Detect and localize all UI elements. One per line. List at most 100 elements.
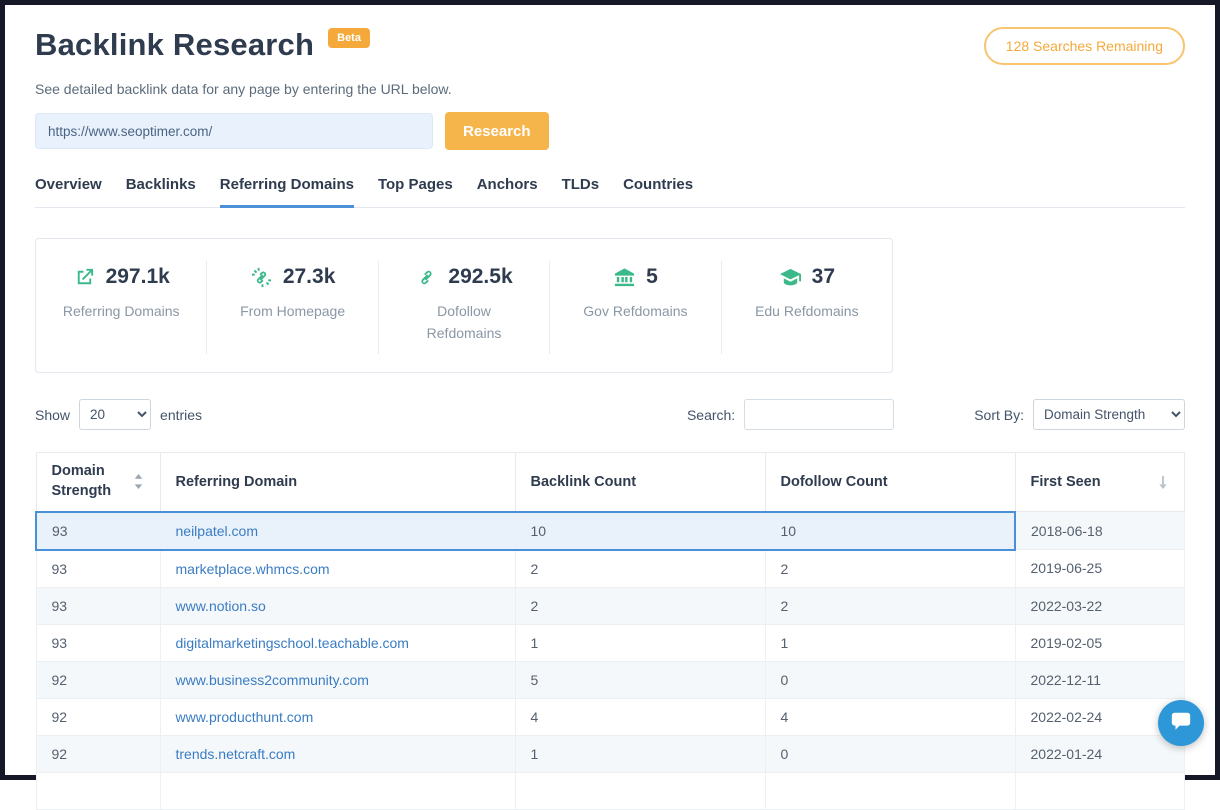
referring-domain-cell: www.business2community.com <box>160 661 515 698</box>
domain-link[interactable]: trends.netcraft.com <box>176 746 296 762</box>
sort-by-select[interactable]: Domain Strength <box>1033 399 1185 430</box>
domain-strength-cell: 93 <box>36 587 160 624</box>
domain-strength-cell: 92 <box>36 735 160 772</box>
domain-link[interactable]: www.notion.so <box>176 598 266 614</box>
backlink-count-cell: 2 <box>515 550 765 588</box>
first-seen-cell: 2019-06-25 <box>1015 550 1185 588</box>
backlink-count-cell: 10 <box>515 512 765 550</box>
referring-domain-cell: neilpatel.com <box>160 512 515 550</box>
backlink-count-cell: 1 <box>515 624 765 661</box>
domain-link[interactable]: digitalmarketingschool.teachable.com <box>176 635 409 651</box>
table-row[interactable]: 92 trends.netcraft.com 1 0 2022-01-24 <box>36 735 1185 772</box>
stat-referring-domains: 297.1k Referring Domains <box>36 261 207 354</box>
column-header-domain-strength[interactable]: Domain Strength <box>36 453 160 512</box>
tab-overview[interactable]: Overview <box>35 176 102 207</box>
column-header-first-seen[interactable]: First Seen <box>1015 453 1185 512</box>
entries-label: entries <box>160 407 202 423</box>
stat-edu-refdomains: 37 Edu Refdomains <box>722 261 892 354</box>
table-search-input[interactable] <box>744 399 894 430</box>
stat-value: 5 <box>646 265 658 289</box>
table-controls: Show 20 entries Search: Sort By: Domain … <box>35 399 1185 430</box>
searches-remaining-pill[interactable]: 128 Searches Remaining <box>984 27 1185 65</box>
research-button[interactable]: Research <box>445 112 549 150</box>
dofollow-count-cell: 1 <box>765 624 1015 661</box>
chat-launcher-button[interactable] <box>1158 700 1204 746</box>
column-header-backlink-count[interactable]: Backlink Count <box>515 453 765 512</box>
show-label: Show <box>35 407 70 423</box>
domain-strength-cell: 93 <box>36 624 160 661</box>
stat-label: Referring Domains <box>44 301 198 323</box>
referring-domain-cell: marketplace.whmcs.com <box>160 550 515 588</box>
domain-strength-cell: 93 <box>36 550 160 588</box>
table-row-partial <box>36 772 1185 809</box>
dofollow-count-cell: 0 <box>765 735 1015 772</box>
stat-value: 292.5k <box>448 265 512 289</box>
referring-domain-cell: www.notion.so <box>160 587 515 624</box>
stat-value: 27.3k <box>283 265 336 289</box>
table-row[interactable]: 93 neilpatel.com 10 10 2018-06-18 <box>36 512 1185 550</box>
link-icon <box>415 266 438 289</box>
stat-from-homepage: 27.3k From Homepage <box>207 261 378 354</box>
dofollow-count-cell: 10 <box>765 512 1015 550</box>
first-seen-cell: 2022-01-24 <box>1015 735 1185 772</box>
stat-value: 297.1k <box>106 265 170 289</box>
sort-both-icon <box>132 474 145 489</box>
domain-link[interactable]: www.producthunt.com <box>176 709 314 725</box>
page-header: Backlink Research Beta 128 Searches Rema… <box>35 27 1185 65</box>
backlink-count-cell: 1 <box>515 735 765 772</box>
stat-value: 37 <box>812 265 835 289</box>
dofollow-count-cell: 2 <box>765 550 1015 588</box>
stats-summary-card: 297.1k Referring Domains 27.3k From Home… <box>35 238 893 373</box>
external-link-icon <box>73 266 96 289</box>
table-row[interactable]: 93 digitalmarketingschool.teachable.com … <box>36 624 1185 661</box>
tab-referring-domains[interactable]: Referring Domains <box>220 176 354 208</box>
stat-label: Gov Refdomains <box>558 301 712 323</box>
page-subtitle: See detailed backlink data for any page … <box>35 81 1185 97</box>
table-row[interactable]: 92 www.business2community.com 5 0 2022-1… <box>36 661 1185 698</box>
column-header-referring-domain[interactable]: Referring Domain <box>160 453 515 512</box>
table-row[interactable]: 93 www.notion.so 2 2 2022-03-22 <box>36 587 1185 624</box>
referring-domain-cell: trends.netcraft.com <box>160 735 515 772</box>
backlink-count-cell: 4 <box>515 698 765 735</box>
url-search-bar: Research <box>35 112 1185 150</box>
first-seen-cell: 2022-03-22 <box>1015 587 1185 624</box>
tab-bar: Overview Backlinks Referring Domains Top… <box>35 176 1185 208</box>
domain-link[interactable]: www.business2community.com <box>176 672 369 688</box>
chat-bubble-icon <box>1170 710 1192 737</box>
tab-top-pages[interactable]: Top Pages <box>378 176 453 207</box>
beta-badge: Beta <box>328 28 370 48</box>
referring-domain-cell: www.producthunt.com <box>160 698 515 735</box>
bank-icon <box>613 266 636 289</box>
stat-dofollow-refdomains: 292.5k Dofollow Refdomains <box>379 261 550 354</box>
sort-by-label: Sort By: <box>974 407 1024 423</box>
first-seen-cell: 2018-06-18 <box>1015 512 1185 550</box>
dofollow-count-cell: 0 <box>765 661 1015 698</box>
url-input[interactable] <box>35 113 433 149</box>
tab-backlinks[interactable]: Backlinks <box>126 176 196 207</box>
tab-countries[interactable]: Countries <box>623 176 693 207</box>
domain-link[interactable]: neilpatel.com <box>176 523 259 539</box>
entries-select[interactable]: 20 <box>79 399 151 430</box>
dofollow-count-cell: 2 <box>765 587 1015 624</box>
search-label: Search: <box>687 407 735 423</box>
table-row[interactable]: 93 marketplace.whmcs.com 2 2 2019-06-25 <box>36 550 1185 588</box>
stat-label: Edu Refdomains <box>730 301 884 323</box>
tab-tlds[interactable]: TLDs <box>562 176 600 207</box>
table-row[interactable]: 92 www.producthunt.com 4 4 2022-02-24 <box>36 698 1185 735</box>
domain-link[interactable]: marketplace.whmcs.com <box>176 561 330 577</box>
first-seen-cell: 2022-12-11 <box>1015 661 1185 698</box>
page-title: Backlink Research <box>35 27 314 63</box>
table-header-row: Domain Strength Referring Domain Backlin… <box>36 453 1185 512</box>
broken-link-icon <box>250 266 273 289</box>
domain-strength-cell: 92 <box>36 661 160 698</box>
domain-strength-cell: 93 <box>36 512 160 550</box>
column-header-dofollow-count[interactable]: Dofollow Count <box>765 453 1015 512</box>
sort-descending-icon <box>1157 476 1169 489</box>
stat-gov-refdomains: 5 Gov Refdomains <box>550 261 721 354</box>
referring-domain-cell: digitalmarketingschool.teachable.com <box>160 624 515 661</box>
tab-anchors[interactable]: Anchors <box>477 176 538 207</box>
graduation-cap-icon <box>779 266 802 289</box>
stat-label: From Homepage <box>215 301 369 323</box>
dofollow-count-cell: 4 <box>765 698 1015 735</box>
first-seen-cell: 2019-02-05 <box>1015 624 1185 661</box>
